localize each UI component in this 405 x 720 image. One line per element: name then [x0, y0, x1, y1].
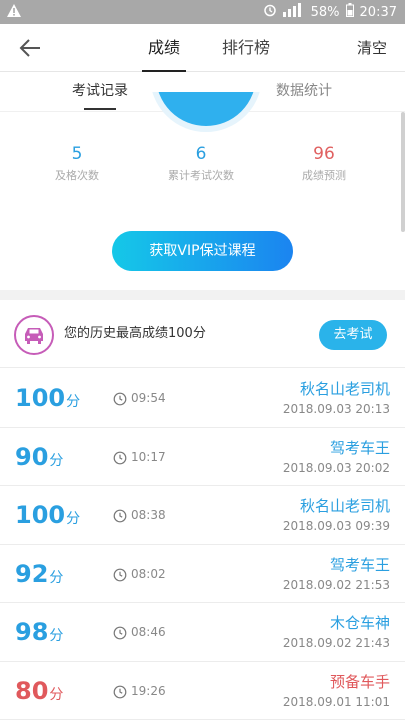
exam-score: 98分: [15, 618, 63, 646]
exam-duration: 08:02: [131, 566, 166, 581]
scrollbar[interactable]: [401, 112, 405, 232]
clock-icon: [113, 567, 127, 581]
back-arrow-icon[interactable]: [16, 34, 44, 62]
subtab-data-statistics[interactable]: 数据统计: [276, 72, 332, 112]
table-row[interactable]: 92分 08:02 驾考车王 2018.09.02 21:53: [0, 545, 405, 603]
score-unit: 分: [49, 452, 64, 469]
table-row[interactable]: 100分 08:38 秋名山老司机 2018.09.03 09:39: [0, 486, 405, 545]
score-value: 92: [15, 559, 49, 588]
best-score-banner: 您的历史最高成绩100分 去考试: [0, 300, 405, 368]
battery-icon: [345, 3, 354, 23]
tab-leaderboard[interactable]: 排行榜: [214, 24, 278, 72]
signal-icon: [282, 3, 305, 23]
table-row[interactable]: 98分 08:46 木仓车神 2018.09.02 21:43: [0, 603, 405, 662]
exam-score: 100分: [15, 384, 80, 412]
exam-rank-title: 预备车手: [329, 672, 390, 691]
exam-rank-title: 驾考车王: [329, 438, 390, 457]
stat-total-exams: 6 累计考试次数: [168, 144, 234, 182]
exam-score: 92分: [15, 560, 63, 588]
score-value: 90: [15, 442, 49, 471]
go-exam-button[interactable]: 去考试: [319, 320, 387, 350]
app-header: 成绩 排行榜 清空: [0, 24, 405, 72]
exam-duration: 08:46: [131, 625, 166, 639]
exam-date: 2018.09.02 21:43: [282, 636, 390, 650]
vip-course-button[interactable]: 获取VIP保过课程: [112, 231, 293, 271]
table-row[interactable]: 90分 10:17 驾考车王 2018.09.03 20:02: [0, 428, 405, 486]
section-divider: [0, 290, 405, 300]
exam-duration: 09:54: [131, 391, 166, 405]
alarm-icon: [263, 3, 277, 23]
car-icon: [14, 315, 54, 355]
score-dial: [150, 92, 262, 132]
exam-duration: 19:26: [131, 683, 166, 698]
exam-date: 2018.09.01 11:01: [282, 694, 390, 709]
clock-icon: [113, 508, 127, 523]
exam-score: 100分: [15, 501, 80, 529]
exam-duration: 10:17: [131, 449, 166, 464]
best-score-text: 您的历史最高成绩100分: [64, 326, 206, 341]
exam-rank-title: 秋名山老司机: [299, 497, 390, 515]
clock-time: 20:37: [359, 5, 397, 20]
exam-score: 90分: [15, 443, 63, 471]
exam-record-list: 100分 09:54 秋名山老司机 2018.09.03 20:13 90分 10:17 驾…: [0, 369, 405, 720]
score-unit: 分: [49, 628, 64, 644]
clock-icon: [113, 391, 127, 406]
score-unit: 分: [66, 511, 81, 527]
battery-text: 58%: [310, 5, 340, 20]
status-bar: 58% 20:37: [0, 0, 405, 24]
exam-date: 2018.09.03 20:13: [282, 402, 390, 416]
exam-date: 2018.09.03 09:39: [282, 519, 390, 533]
stat-passed-count: 5 及格次数: [55, 144, 99, 182]
score-value: 100: [15, 384, 66, 412]
exam-rank-title: 驾考车王: [329, 555, 390, 574]
exam-rank-title: 秋名山老司机: [299, 380, 390, 398]
exam-rank-title: 木仓车神: [329, 614, 390, 632]
score-unit: 分: [66, 394, 81, 410]
score-value: 98: [15, 618, 49, 646]
clock-icon: [113, 625, 127, 640]
clear-button[interactable]: 清空: [357, 24, 387, 72]
score-value: 100: [15, 501, 66, 529]
exam-date: 2018.09.02 21:53: [282, 577, 390, 592]
stat-score-prediction: 96 成绩预测: [302, 144, 346, 182]
exam-score: 80分: [15, 677, 63, 705]
clock-icon: [113, 684, 127, 698]
clock-icon: [113, 450, 127, 464]
exam-date: 2018.09.03 20:02: [282, 460, 390, 475]
table-row[interactable]: 100分 09:54 秋名山老司机 2018.09.03 20:13: [0, 369, 405, 428]
table-row[interactable]: 80分 19:26 预备车手 2018.09.01 11:01: [0, 662, 405, 720]
header-tabs: 成绩 排行榜: [140, 24, 278, 72]
score-unit: 分: [49, 569, 64, 586]
tab-scores[interactable]: 成绩: [140, 24, 188, 72]
stats-summary: 5 及格次数 6 累计考试次数 96 成绩预测: [0, 140, 405, 200]
exam-duration: 08:38: [131, 508, 166, 522]
score-value: 80: [15, 676, 49, 705]
subtab-exam-records[interactable]: 考试记录: [72, 72, 128, 112]
score-unit: 分: [49, 686, 64, 703]
